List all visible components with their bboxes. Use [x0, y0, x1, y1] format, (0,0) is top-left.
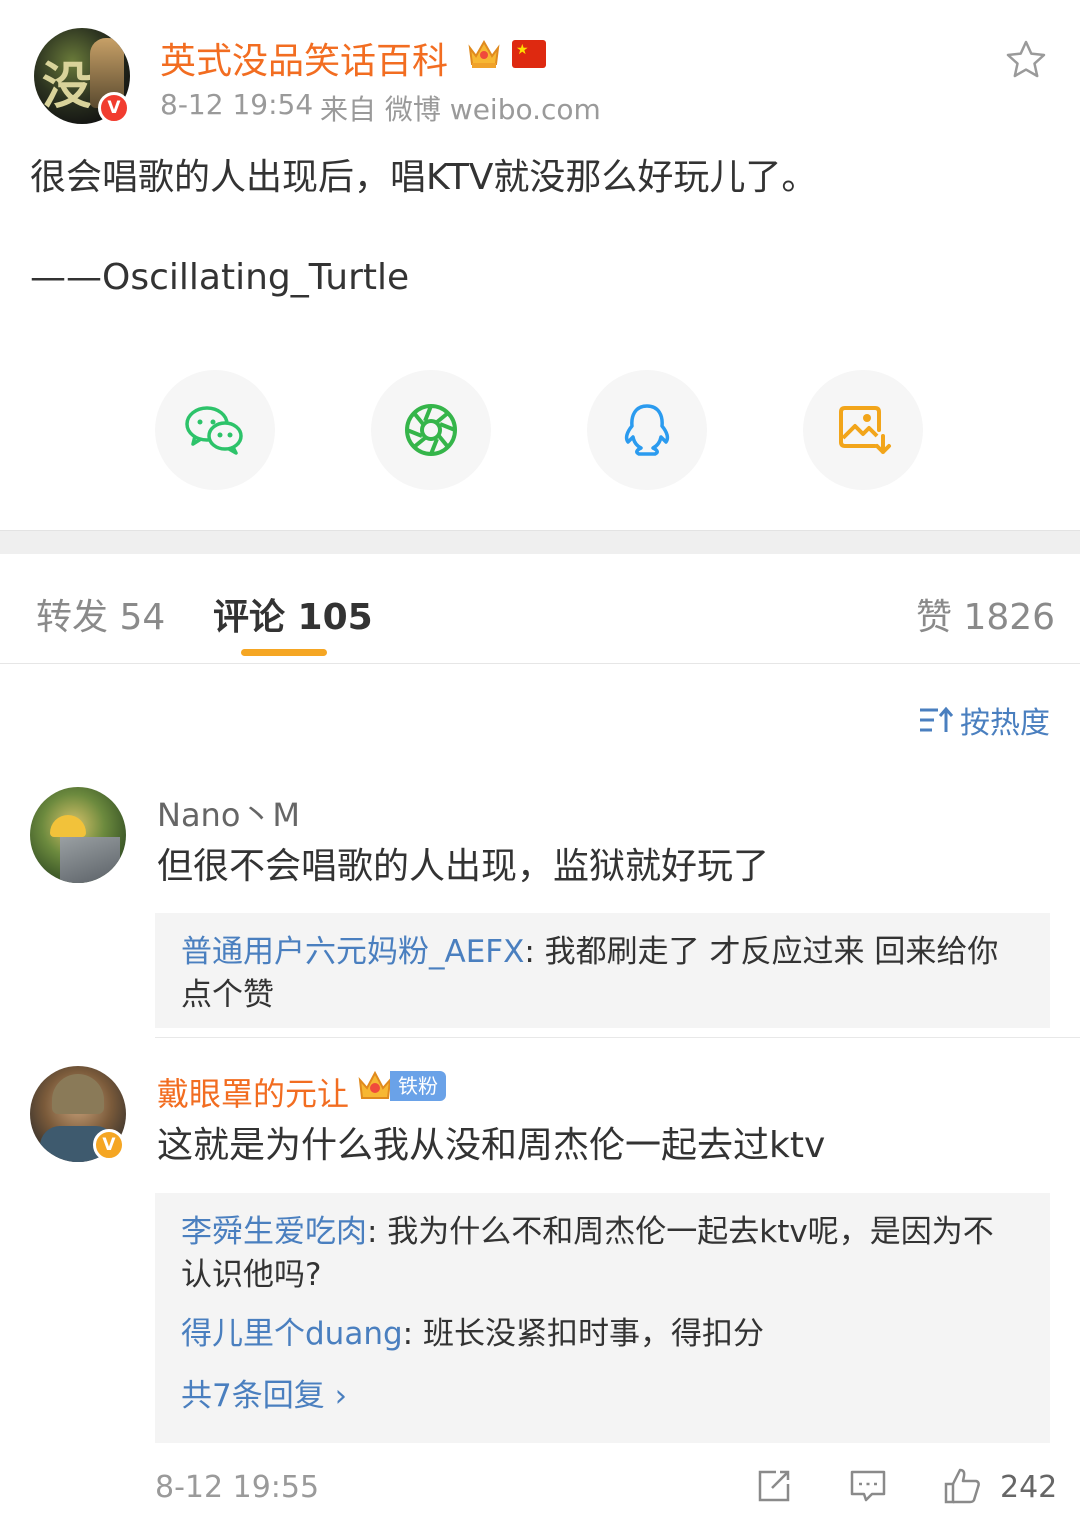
post-text: 很会唱歌的人出现后，唱KTV就没那么好玩儿了。 [30, 157, 818, 198]
reply-text: : 班长没紧扣时事，得扣分 [402, 1316, 764, 1352]
reply-author[interactable]: 李舜生爱吃肉 [181, 1214, 367, 1250]
tab-repost[interactable]: 转发 54 [36, 588, 165, 640]
sort-by-hot-button[interactable]: 按热度 [918, 700, 1050, 741]
comment-separator [155, 1037, 1080, 1038]
tabs-border [0, 663, 1080, 664]
verified-badge-icon: V [93, 1129, 125, 1161]
reply-box[interactable]: 普通用户六元妈粉_AEFX: 我都刷走了 才反应过来 回来给你 点个赞 [155, 913, 1050, 1028]
share-comment-icon[interactable] [754, 1466, 794, 1506]
commenter-name[interactable]: Nano丶M [157, 790, 300, 836]
avatar-helmet [52, 1074, 104, 1114]
like-thumb-icon[interactable] [942, 1466, 982, 1506]
commenter-avatar[interactable] [30, 787, 126, 883]
reply-text: : 我都刷走了 才反应过来 回来给你 [524, 934, 999, 970]
view-all-replies-link[interactable]: 共7条回复 › [181, 1370, 1024, 1415]
reply-author[interactable]: 普通用户六元妈粉_AEFX [181, 934, 524, 970]
reply-line-cont: 认识他吗? [181, 1257, 322, 1293]
post-source: 来自 微博 weibo.com [320, 93, 601, 126]
china-flag-icon: ★ [512, 40, 546, 68]
post-attribution: ——Oscillating_Turtle [30, 257, 410, 298]
save-image-icon [839, 406, 891, 454]
avatar-road [60, 837, 120, 883]
post-header: 没 V 英式没品笑话百科 ★ 8-12 19:54 来自 微博 weibo.co… [0, 0, 1080, 140]
save-image-button[interactable] [803, 370, 923, 490]
reply-author[interactable]: 得儿里个duang [181, 1316, 403, 1352]
reply-line-cont: 点个赞 [181, 977, 274, 1013]
wechat-icon [185, 406, 243, 455]
comment-text: 这就是为什么我从没和周杰伦一起去过ktv [157, 1125, 826, 1166]
section-divider [0, 530, 1080, 554]
comment-time: 8-12 19:55 [155, 1470, 320, 1505]
sort-icon [920, 706, 954, 732]
reply-line: 普通用户六元妈粉_AEFX: 我都刷走了 才反应过来 回来给你 [181, 931, 1024, 974]
tab-comment[interactable]: 评论 105 [213, 588, 373, 640]
reply-line: 得儿里个duang: 班长没紧扣时事，得扣分 [181, 1313, 1024, 1356]
commenter-name[interactable]: 戴眼罩的元让 [157, 1069, 349, 1115]
verified-badge-icon: V [98, 92, 130, 124]
post-meta: 8-12 19:54 [160, 88, 314, 121]
qq-icon [624, 404, 670, 456]
moments-icon [405, 404, 457, 456]
favorite-star-icon[interactable] [1004, 38, 1048, 82]
fan-badge: 铁粉 [356, 1068, 446, 1104]
fan-badge-label: 铁粉 [390, 1071, 446, 1101]
avatar-glyph: 没 [42, 57, 92, 115]
tab-like[interactable]: 赞 1826 [916, 588, 1055, 640]
like-count: 242 [1000, 1470, 1058, 1505]
reply-box[interactable]: 李舜生爱吃肉: 我为什么不和周杰伦一起去ktv呢，是因为不 认识他吗? 得儿里个… [155, 1193, 1050, 1443]
crown-icon [468, 39, 500, 68]
reply-comment-icon[interactable] [848, 1466, 888, 1506]
reply-line: 李舜生爱吃肉: 我为什么不和周杰伦一起去ktv呢，是因为不 [181, 1211, 1024, 1254]
author-name[interactable]: 英式没品笑话百科 [160, 32, 448, 84]
share-moments-button[interactable] [371, 370, 491, 490]
share-wechat-button[interactable] [155, 370, 275, 490]
reply-text: : 我为什么不和周杰伦一起去ktv呢，是因为不 [367, 1214, 994, 1250]
avatar-hat [50, 815, 86, 837]
comment-text: 但很不会唱歌的人出现，监狱就好玩了 [157, 846, 770, 887]
fan-crown-icon [358, 1070, 392, 1099]
share-qq-button[interactable] [587, 370, 707, 490]
sort-label: 按热度 [960, 706, 1050, 741]
tab-active-underline [241, 649, 327, 656]
